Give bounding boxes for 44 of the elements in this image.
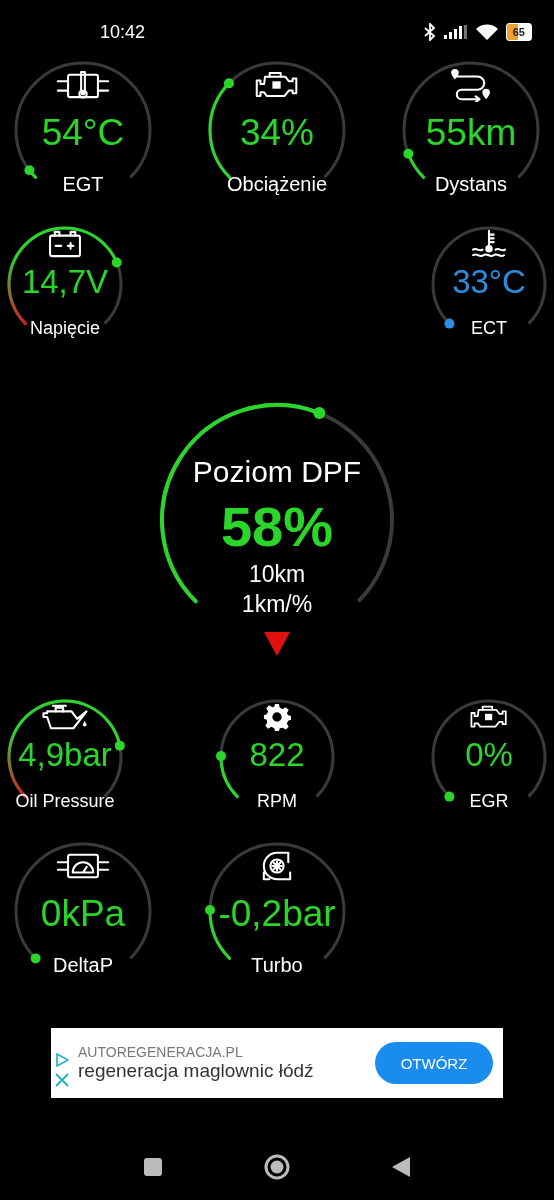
close-icon[interactable] [55, 1073, 69, 1087]
gauge-value: -0,2bar [218, 892, 336, 936]
gauge-label: EGT [62, 172, 104, 197]
coolant-temperature-icon [470, 229, 508, 259]
ad-headline[interactable]: regeneracja maglownic łódź [78, 1060, 314, 1082]
gauge-value: 58% [220, 497, 334, 557]
gauge-value: 0% [465, 735, 513, 775]
gauge-value: 54°C [41, 111, 125, 155]
turbo-icon [261, 850, 293, 882]
gauge-value: 0kPa [40, 892, 126, 936]
gauge-value: 14,7V [21, 262, 109, 302]
home-button[interactable] [263, 1153, 291, 1181]
down-triangle-icon [264, 632, 290, 656]
recents-button[interactable] [143, 1157, 163, 1177]
ad-choices-icon[interactable] [55, 1053, 69, 1067]
rate-text: 1km/% [241, 590, 313, 618]
gauge-title: Poziom DPF [192, 454, 362, 490]
gauge-value: 34% [239, 111, 315, 155]
gauge-label: ECT [471, 317, 507, 340]
gauge-label: Oil Pressure [15, 790, 115, 813]
distance-text: 10km [248, 560, 306, 588]
exhaust-thermometer-icon [55, 69, 111, 101]
gauge-value: 4,9bar [18, 735, 112, 775]
oil-can-icon [41, 702, 89, 732]
back-button[interactable] [391, 1156, 411, 1178]
gauge-label: Napięcie [29, 317, 100, 340]
route-icon [450, 68, 492, 102]
bluetooth-icon [423, 23, 436, 41]
gauge-value: 33°C [452, 262, 526, 302]
gear-icon [263, 703, 291, 731]
gauge-label: DeltaP [53, 953, 113, 978]
gauge-label: Dystans [434, 172, 508, 197]
gauge-value: 55km [425, 111, 517, 155]
battery-icon [48, 230, 82, 258]
gauge-label: RPM [257, 790, 297, 813]
signal-icon [443, 25, 468, 39]
wifi-icon [475, 24, 498, 40]
clock-time: 10:42 [100, 21, 146, 43]
speedometer-icon [55, 852, 111, 880]
gauge-label: EGR [469, 790, 509, 813]
gauge-label: Turbo [251, 953, 303, 978]
ad-domain: AUTOREGENERACJA.PL [78, 1044, 244, 1060]
gauge-value: 822 [249, 735, 305, 775]
gauge-label: Obciążenie [226, 172, 328, 197]
